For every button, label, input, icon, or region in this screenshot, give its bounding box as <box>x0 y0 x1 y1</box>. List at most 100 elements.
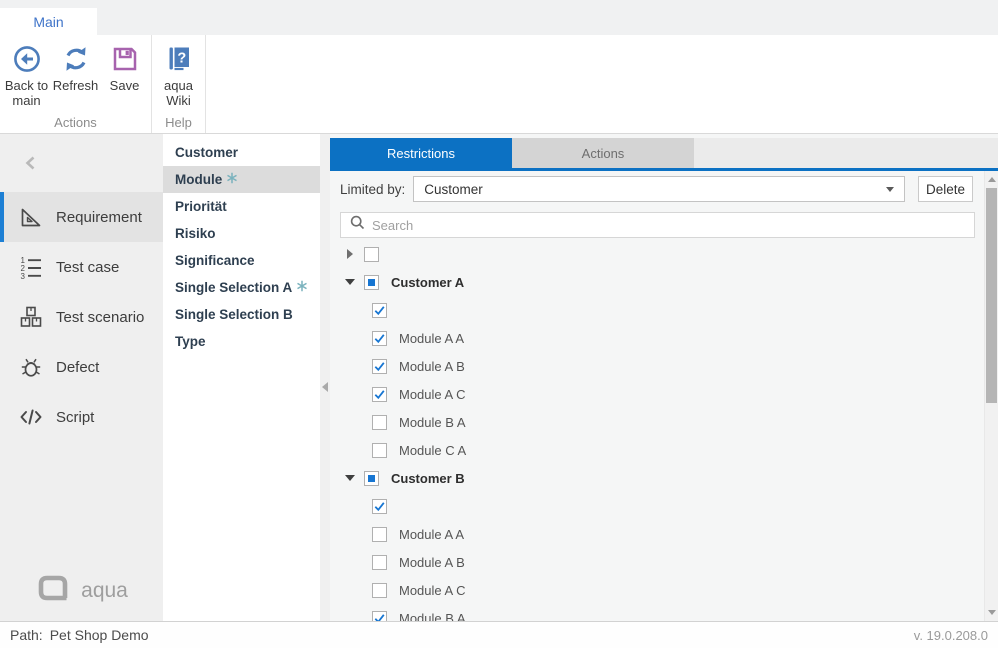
tree-checkbox-unchecked[interactable] <box>364 247 379 262</box>
tree-row-module-a-b[interactable]: Module A B <box>340 548 975 576</box>
field-item-label: Module <box>175 172 222 187</box>
tree-item-label[interactable]: Module A A <box>399 527 464 542</box>
svg-text:3: 3 <box>21 272 26 280</box>
field-item-type[interactable]: Type <box>163 328 320 355</box>
splitter[interactable] <box>320 134 330 621</box>
field-item-significance[interactable]: Significance <box>163 247 320 274</box>
tree-item-label[interactable]: Module A B <box>399 359 465 374</box>
ribbon-button-back-to-main[interactable]: Back to main <box>2 40 51 115</box>
restrictions-panel: RestrictionsActions Limited by: Customer… <box>330 134 998 621</box>
field-item-risiko[interactable]: Risiko <box>163 220 320 247</box>
chevron-down-icon[interactable] <box>886 187 894 192</box>
tree-row-module-a-c[interactable]: Module A C <box>340 380 975 408</box>
tree-row-module-c-a[interactable]: Module C A <box>340 436 975 464</box>
tree-row[interactable] <box>340 296 975 324</box>
tree-item-label[interactable]: Module A C <box>399 387 466 402</box>
ribbon-group-actions: Back to mainRefreshSaveActions <box>0 35 152 133</box>
tab-restrictions[interactable]: Restrictions <box>330 138 512 168</box>
sidebar-item-label: Requirement <box>56 209 142 226</box>
tree-row-customer-b[interactable]: Customer B <box>340 464 975 492</box>
tree-row-module-a-b[interactable]: Module A B <box>340 352 975 380</box>
sidebar: Requirement 123Test caseTest scenarioDefe… <box>0 134 163 621</box>
field-item-label: Single Selection B <box>175 307 293 322</box>
expander-collapse-icon[interactable] <box>345 472 356 484</box>
field-item-module[interactable]: Module <box>163 166 320 193</box>
scrollbar-thumb[interactable] <box>986 188 997 403</box>
tree-checkbox-checked[interactable] <box>372 331 387 346</box>
tree-item-label[interactable]: Customer A <box>391 275 464 290</box>
sidebar-collapse-button[interactable] <box>18 152 44 178</box>
panel-tab-strip: RestrictionsActions <box>330 138 998 168</box>
tree-item-label[interactable]: Module B A <box>399 611 466 622</box>
field-item-single-selection-b[interactable]: Single Selection B <box>163 301 320 328</box>
tree-checkbox-checked[interactable] <box>372 499 387 514</box>
search-input[interactable] <box>372 218 965 233</box>
ribbon-button-aqua-wiki[interactable]: ?aqua Wiki <box>154 40 203 115</box>
tree-row-customer-a[interactable]: Customer A <box>340 268 975 296</box>
scroll-down-icon[interactable] <box>988 610 996 615</box>
scroll-up-icon[interactable] <box>988 177 996 182</box>
status-path-value: Pet Shop Demo <box>50 627 149 643</box>
search-box[interactable] <box>340 212 975 238</box>
tree-item-label[interactable]: Customer B <box>391 471 465 486</box>
tree-checkbox-unchecked[interactable] <box>372 555 387 570</box>
test-scenario-icon <box>18 304 44 330</box>
ribbon-button-refresh[interactable]: Refresh <box>51 40 100 115</box>
tree-row[interactable] <box>340 240 975 268</box>
tree-checkbox-indeterminate[interactable] <box>364 275 379 290</box>
tree-item-label[interactable]: Module A B <box>399 555 465 570</box>
defect-icon <box>18 354 44 380</box>
app-window: Main Back to mainRefreshSaveActions?aqua… <box>0 0 998 648</box>
ribbon-button-save[interactable]: Save <box>100 40 149 115</box>
field-item-label: Significance <box>175 253 255 268</box>
tree-checkbox-unchecked[interactable] <box>372 527 387 542</box>
sidebar-item-defect[interactable]: Defect <box>0 342 163 392</box>
sidebar-item-script[interactable]: Script <box>0 392 163 442</box>
sidebar-item-test-case[interactable]: 123Test case <box>0 242 163 292</box>
tree-checkbox-unchecked[interactable] <box>372 443 387 458</box>
field-item-label: Single Selection A <box>175 280 292 295</box>
tab-actions[interactable]: Actions <box>512 138 694 168</box>
tree-checkbox-checked[interactable] <box>372 611 387 622</box>
sidebar-item-test-scenario[interactable]: Test scenario <box>0 292 163 342</box>
field-item-single-selection-a[interactable]: Single Selection A <box>163 274 320 301</box>
tree-checkbox-checked[interactable] <box>372 359 387 374</box>
ribbon-tab-main[interactable]: Main <box>0 8 97 35</box>
sidebar-item-requirement[interactable]: Requirement <box>0 192 163 242</box>
ribbon-group-help: ?aqua WikiHelp <box>152 35 206 133</box>
ribbon: Back to mainRefreshSaveActions?aqua Wiki… <box>0 35 998 134</box>
ribbon-tab-strip: Main <box>0 0 998 35</box>
tree-row-module-a-c[interactable]: Module A C <box>340 576 975 604</box>
collapse-splitter-icon[interactable] <box>322 382 328 392</box>
tree-checkbox-unchecked[interactable] <box>372 583 387 598</box>
ribbon-button-label: aqua Wiki <box>154 78 203 108</box>
scrollbar[interactable] <box>984 171 998 621</box>
save-icon <box>110 43 140 75</box>
active-tab-underline <box>330 168 998 171</box>
tree-item-label[interactable]: Module A A <box>399 331 464 346</box>
aqua-logo: aqua <box>0 573 163 609</box>
field-item-priorität[interactable]: Priorität <box>163 193 320 220</box>
tree-item-label[interactable]: Module A C <box>399 583 466 598</box>
tree-checkbox-unchecked[interactable] <box>372 415 387 430</box>
tree-row[interactable] <box>340 492 975 520</box>
delete-button[interactable]: Delete <box>918 176 973 202</box>
tree-row-module-b-a[interactable]: Module B A <box>340 604 975 621</box>
status-path: Path: Pet Shop Demo <box>10 627 149 643</box>
status-path-label: Path: <box>10 627 43 643</box>
tree-row-module-a-a[interactable]: Module A A <box>340 324 975 352</box>
expander-collapse-icon[interactable] <box>345 276 356 288</box>
expander-expand-icon[interactable] <box>345 248 356 260</box>
tree-row-module-a-a[interactable]: Module A A <box>340 520 975 548</box>
tree-checkbox-checked[interactable] <box>372 303 387 318</box>
tree-checkbox-indeterminate[interactable] <box>364 471 379 486</box>
wiki-icon: ? <box>164 43 194 75</box>
restrictions-tree: Customer A Module A A Module A B Module A C… <box>340 240 975 621</box>
tree-row-module-b-a[interactable]: Module B A <box>340 408 975 436</box>
tree-item-label[interactable]: Module C A <box>399 443 466 458</box>
back-icon <box>12 43 42 75</box>
limited-by-dropdown[interactable]: Customer <box>413 176 905 202</box>
field-item-customer[interactable]: Customer <box>163 139 320 166</box>
tree-item-label[interactable]: Module B A <box>399 415 466 430</box>
tree-checkbox-checked[interactable] <box>372 387 387 402</box>
